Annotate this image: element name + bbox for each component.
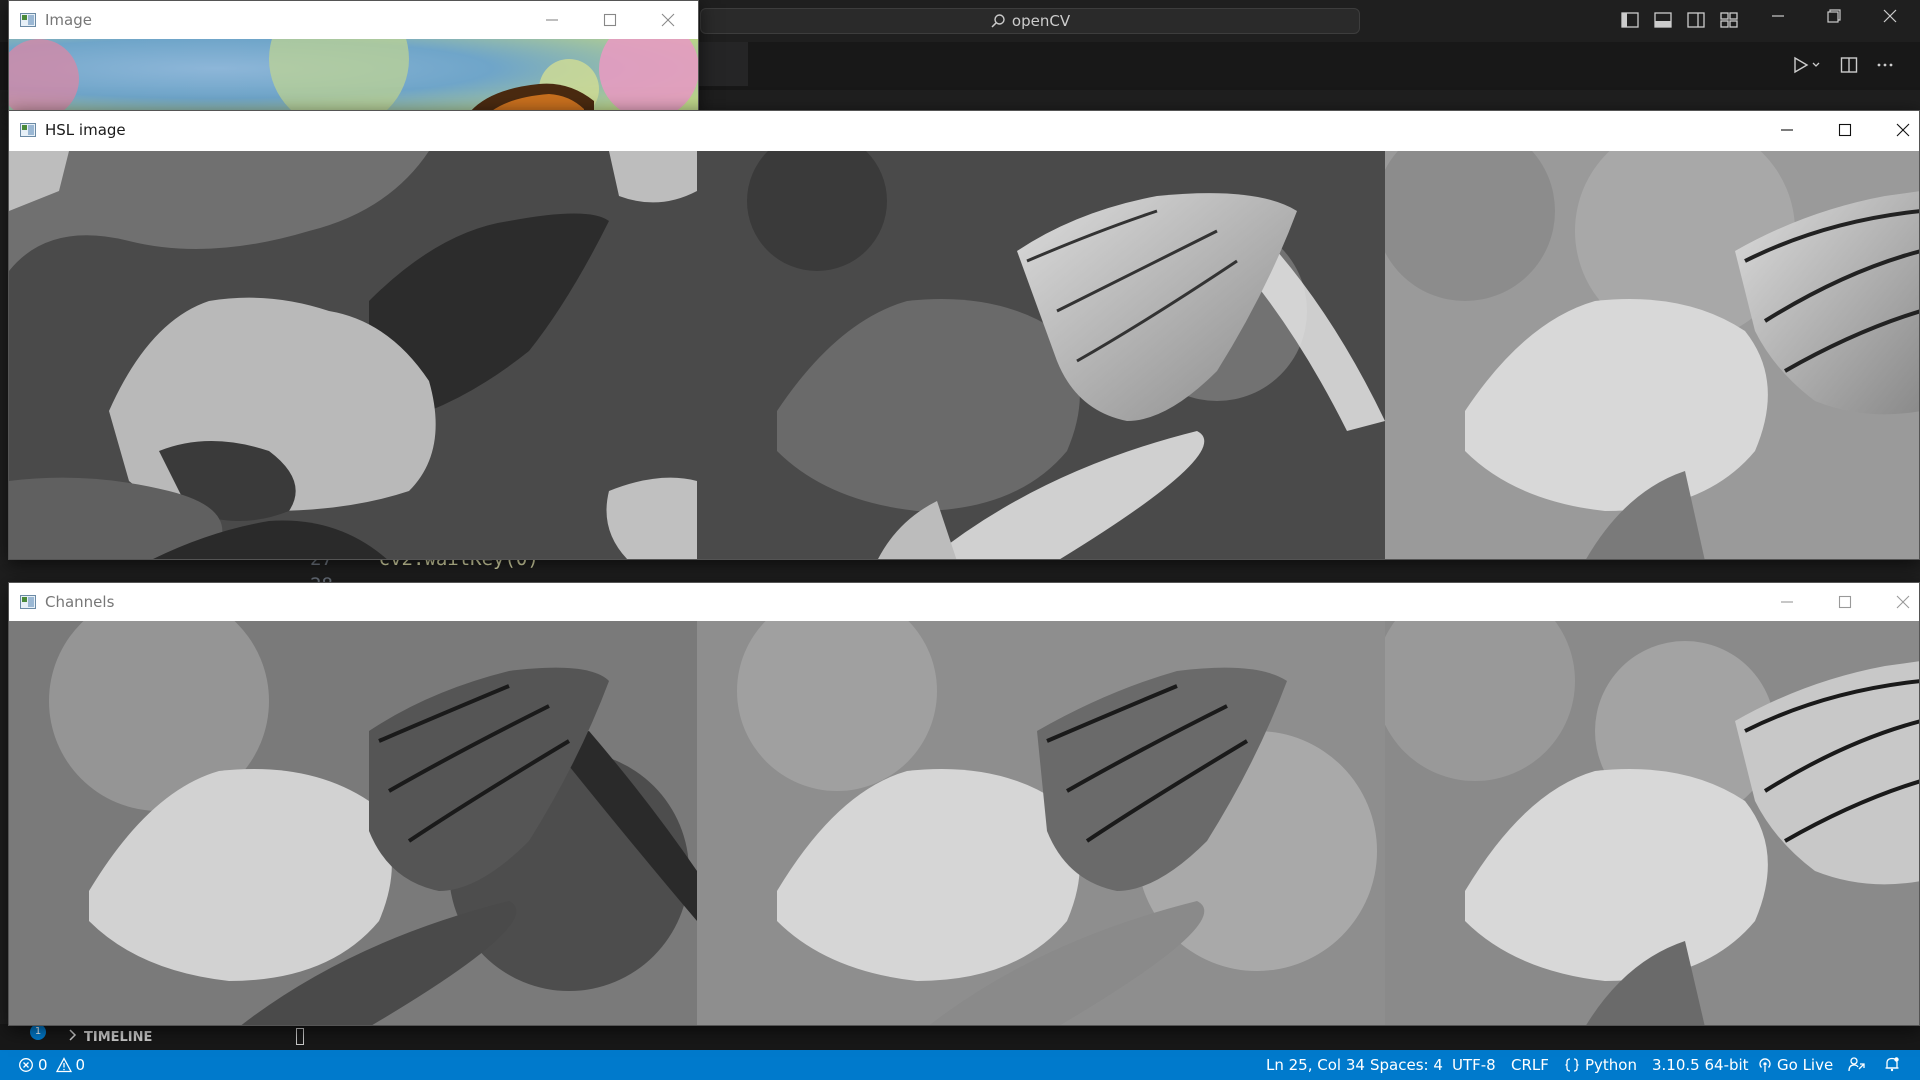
broadcast-icon xyxy=(1759,1058,1771,1072)
close-icon[interactable] xyxy=(1893,592,1913,612)
language-mode[interactable]: Python xyxy=(1565,1056,1637,1074)
minimize-icon[interactable] xyxy=(1777,120,1797,140)
opencv-window-icon xyxy=(20,123,36,137)
saturation-channel-image xyxy=(1385,151,1919,559)
warning-count: 0 xyxy=(75,1056,86,1074)
run-python-file-icon[interactable] xyxy=(1792,56,1822,78)
accounts-badge: 1 xyxy=(30,1024,46,1040)
lightness-channel-pane xyxy=(697,151,1385,559)
toggle-secondary-sidebar-icon[interactable] xyxy=(1686,10,1706,30)
braces-icon xyxy=(1565,1058,1579,1072)
python-interpreter[interactable]: 3.10.5 64-bit xyxy=(1652,1056,1749,1074)
editor-actions xyxy=(1792,56,1894,78)
close-icon[interactable] xyxy=(1882,8,1898,29)
maximize-icon[interactable] xyxy=(1835,120,1855,140)
language-label: Python xyxy=(1585,1056,1637,1074)
close-icon[interactable] xyxy=(1893,120,1913,140)
restore-icon[interactable] xyxy=(1826,8,1842,29)
maximize-icon[interactable] xyxy=(1835,592,1855,612)
blue-channel-image xyxy=(9,621,697,1025)
hsl-window-canvas xyxy=(9,151,1919,559)
maximize-icon[interactable] xyxy=(600,10,620,30)
green-channel-image xyxy=(697,621,1385,1025)
red-channel-image xyxy=(1385,621,1919,1025)
customize-layout-icon[interactable] xyxy=(1719,10,1739,30)
error-icon xyxy=(19,1058,33,1072)
indentation[interactable]: Spaces: 4 xyxy=(1370,1056,1443,1074)
timeline-label: TIMELINE xyxy=(84,1030,153,1045)
text-cursor xyxy=(296,1028,304,1045)
saturation-channel-pane xyxy=(1385,151,1919,559)
opencv-window-icon xyxy=(20,13,36,27)
channels-window-title: Channels xyxy=(45,593,115,611)
butterfly-color-image xyxy=(9,39,698,111)
status-bar: 0 0 Ln 25, Col 34 Spaces: 4 UTF-8 CRLF P… xyxy=(0,1050,1920,1080)
close-icon[interactable] xyxy=(658,10,678,30)
channels-window-titlebar[interactable]: Channels xyxy=(9,583,1919,621)
green-channel-pane xyxy=(697,621,1385,1025)
encoding[interactable]: UTF-8 xyxy=(1452,1056,1496,1074)
minimize-icon[interactable] xyxy=(1770,8,1786,29)
error-count: 0 xyxy=(38,1056,48,1074)
image-window-title: Image xyxy=(45,11,92,29)
problems-indicator[interactable]: 0 0 xyxy=(18,1056,85,1074)
minimize-icon[interactable] xyxy=(542,10,562,30)
channels-window-canvas xyxy=(9,621,1919,1025)
live-share-icon[interactable] xyxy=(1848,1056,1866,1072)
hsl-window-titlebar[interactable]: HSL image xyxy=(9,111,1919,149)
image-window[interactable]: Image xyxy=(8,0,699,112)
go-live-label: Go Live xyxy=(1777,1056,1834,1074)
hue-channel-image xyxy=(9,151,697,559)
opencv-window-icon xyxy=(20,595,36,609)
channels-window[interactable]: Channels xyxy=(8,582,1920,1026)
toggle-primary-sidebar-icon[interactable] xyxy=(1620,10,1640,30)
hue-channel-pane xyxy=(9,151,697,559)
image-window-titlebar[interactable]: Image xyxy=(9,1,698,39)
split-editor-icon[interactable] xyxy=(1840,56,1858,78)
red-channel-pane xyxy=(1385,621,1919,1025)
cursor-position[interactable]: Ln 25, Col 34 xyxy=(1266,1056,1365,1074)
timeline-section[interactable]: TIMELINE xyxy=(0,1024,1920,1050)
image-window-canvas xyxy=(9,39,698,111)
hsl-window-title: HSL image xyxy=(45,121,126,139)
hsl-image-window[interactable]: HSL image xyxy=(8,110,1920,560)
end-of-line[interactable]: CRLF xyxy=(1511,1056,1549,1074)
lightness-channel-image xyxy=(697,151,1385,559)
go-live-button[interactable]: Go Live xyxy=(1757,1056,1833,1074)
blue-channel-pane xyxy=(9,621,697,1025)
search-icon xyxy=(991,14,1005,28)
minimize-icon[interactable] xyxy=(1777,592,1797,612)
more-actions-icon[interactable] xyxy=(1876,56,1894,78)
command-center-search[interactable]: openCV xyxy=(700,8,1360,34)
search-text: openCV xyxy=(1011,12,1071,30)
warning-icon xyxy=(55,1057,72,1073)
toggle-panel-icon[interactable] xyxy=(1653,10,1673,30)
chevron-right-icon xyxy=(67,1028,79,1046)
notifications-bell-icon[interactable] xyxy=(1884,1056,1900,1072)
